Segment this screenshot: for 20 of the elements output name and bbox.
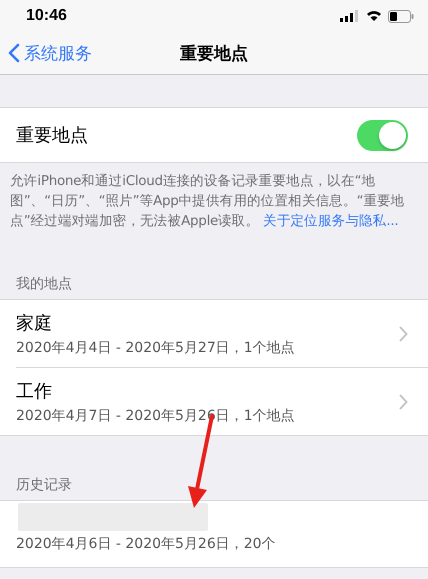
privacy-link[interactable]: 关于定位服务与隐私... <box>263 213 398 229</box>
status-time: 10:46 <box>26 7 67 25</box>
section-header: 我的地点 <box>16 275 72 293</box>
place-row[interactable]: 家庭 2020年4月4日 - 2020年5月27日，1个地点 <box>16 300 428 367</box>
toggle-label: 重要地点 <box>16 124 88 147</box>
toggle-switch[interactable] <box>357 120 408 150</box>
chevron-right-icon <box>399 326 408 342</box>
place-date-range: 2020年4月4日 - 2020年5月27日，1个地点 <box>16 338 295 356</box>
chevron-left-icon <box>8 43 20 63</box>
signal-icon <box>340 10 360 22</box>
description-text: 允许iPhone和通过iCloud连接的设备记录重要地点，以在“地图”、“日历”、“照片”等App中提供有用的位置相关信息。“重要地点”经过端对端加密，无法被Apple读取。 关于定位服务与隐私... <box>9 172 406 231</box>
place-title: 工作 <box>16 380 53 402</box>
chevron-right-icon <box>399 394 408 410</box>
page-title: 重要地点 <box>180 42 248 64</box>
section-header: 历史记录 <box>16 476 72 494</box>
history-date-range: 2020年4月6日 - 2020年5月26日，20个 <box>16 535 276 553</box>
place-title: 家庭 <box>16 312 53 334</box>
back-button[interactable]: 系统服务 <box>0 42 92 64</box>
battery-icon <box>388 10 414 22</box>
wifi-icon <box>366 10 382 22</box>
